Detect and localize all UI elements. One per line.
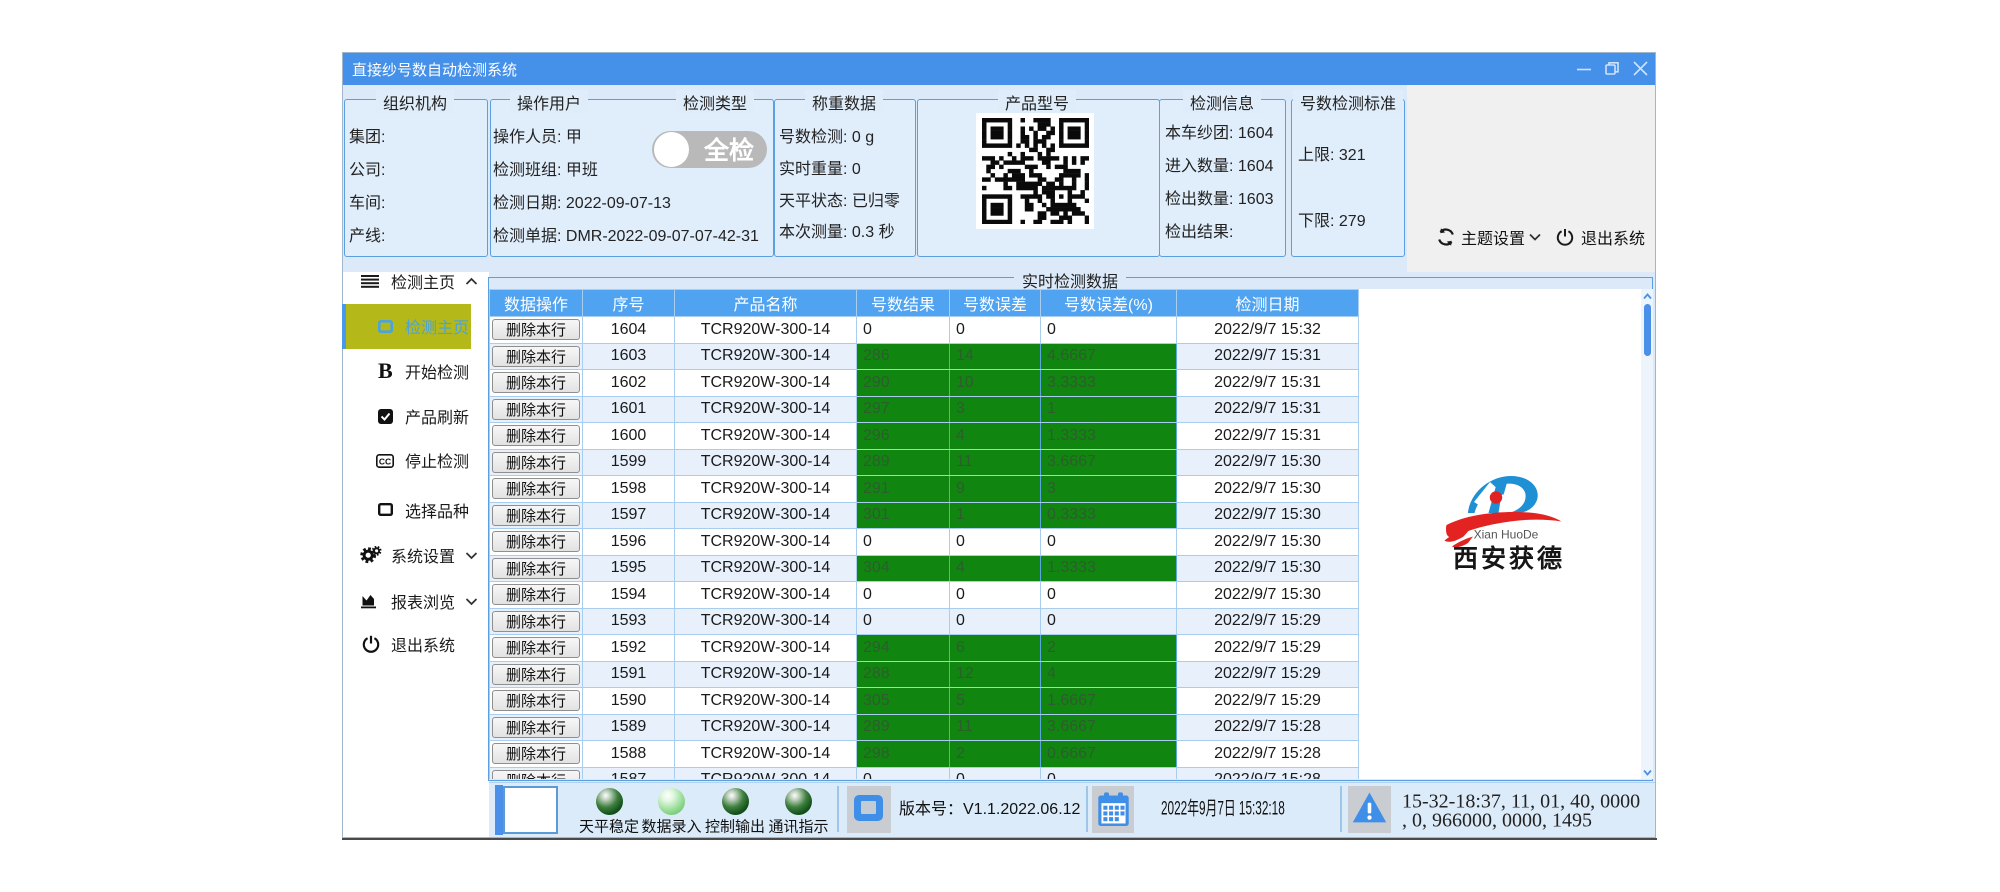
svg-text:CC: CC bbox=[379, 456, 391, 466]
svg-text:Xian HuoDe: Xian HuoDe bbox=[1474, 528, 1539, 542]
svg-text:西安获德: 西安获德 bbox=[1453, 544, 1565, 573]
